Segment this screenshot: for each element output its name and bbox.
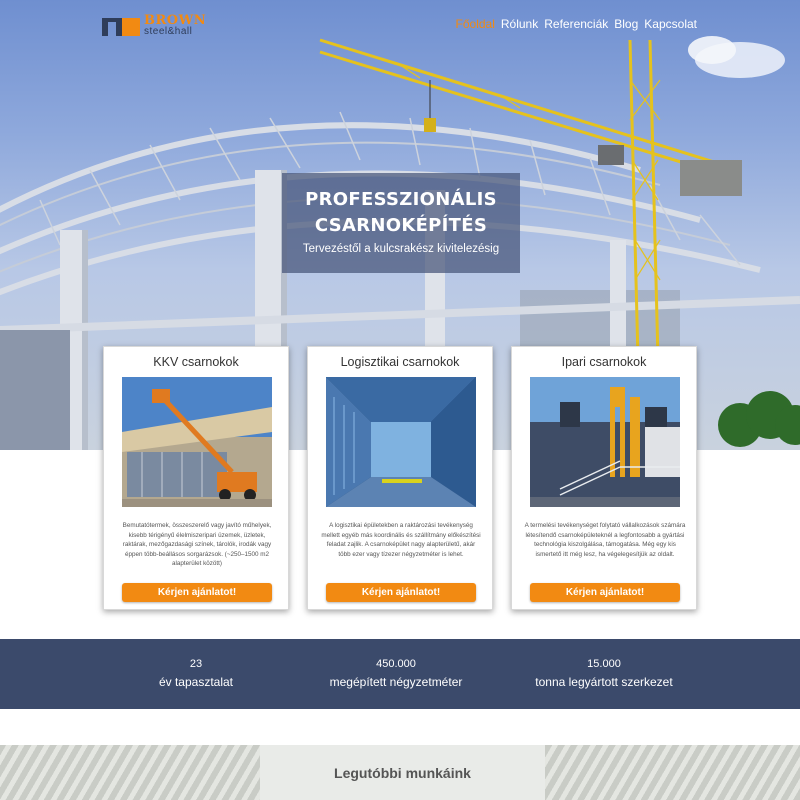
stat-value: 23 bbox=[189, 658, 203, 670]
card-title: Ipari csarnokok bbox=[561, 355, 647, 369]
hero-headline: PROFESSZIONÁLIS CSARNOKÉPÍTÉS Tervezéstő… bbox=[282, 173, 520, 273]
stats-bar: 23 év tapasztalat 450.000 megépített nég… bbox=[0, 639, 800, 709]
logo[interactable]: BROWN steel&hall bbox=[102, 12, 206, 38]
stat-square-meters: 450.000 megépített négyzetméter bbox=[286, 658, 506, 689]
stat-value: 450.000 bbox=[376, 658, 416, 670]
card-kkv: KKV csarnokok Bemutatótermek, összeszere… bbox=[103, 346, 289, 610]
logo-brand: BROWN bbox=[144, 12, 207, 28]
request-quote-button[interactable]: Kérjen ajánlatot! bbox=[530, 583, 680, 602]
nav-item-blog[interactable]: Blog bbox=[614, 17, 638, 31]
card-photo-industrial bbox=[530, 377, 680, 507]
card-title: Logisztikai csarnokok bbox=[340, 355, 460, 369]
card-description: A logisztikai épületekben a raktározási … bbox=[321, 522, 481, 558]
card-logistics: Logisztikai csarnokok A logisztikai épül… bbox=[307, 346, 493, 610]
main-nav: Főoldal Rólunk Referenciák Blog Kapcsola… bbox=[456, 17, 697, 31]
stat-label: megépített négyzetméter bbox=[329, 675, 463, 689]
logo-mark-icon bbox=[102, 18, 140, 36]
card-title: KKV csarnokok bbox=[153, 355, 239, 369]
card-description: A termelési tevékenységet folytató válla… bbox=[524, 522, 686, 558]
hero-title-line2: CSARNOKÉPÍTÉS bbox=[314, 215, 488, 236]
stat-tonnage: 15.000 tonna legyártott szerkezet bbox=[494, 658, 714, 689]
recent-works-title: Legutóbbi munkáink bbox=[334, 765, 471, 781]
nav-item-references[interactable]: Referenciák bbox=[544, 17, 608, 31]
recent-works-section: Legutóbbi munkáink bbox=[0, 745, 800, 800]
stat-label: év tapasztalat bbox=[158, 675, 234, 689]
stat-experience: 23 év tapasztalat bbox=[86, 658, 306, 689]
stat-label: tonna legyártott szerkezet bbox=[535, 675, 673, 689]
request-quote-button[interactable]: Kérjen ajánlatot! bbox=[122, 583, 272, 602]
hero-title: PROFESSZIONÁLIS CSARNOKÉPÍTÉS bbox=[282, 187, 520, 239]
hero-title-line1: PROFESSZIONÁLIS bbox=[305, 189, 497, 210]
hero-subtitle: Tervezéstől a kulcsrakész kivitelezésig bbox=[302, 243, 500, 255]
stat-value: 15.000 bbox=[587, 658, 621, 670]
request-quote-button[interactable]: Kérjen ajánlatot! bbox=[326, 583, 476, 602]
card-photo-kkv bbox=[122, 377, 272, 507]
card-photo-logistics bbox=[326, 377, 476, 507]
nav-item-contact[interactable]: Kapcsolat bbox=[644, 17, 697, 31]
card-industrial: Ipari csarnokok A termelési tevékenysége… bbox=[511, 346, 697, 610]
logo-subtitle: steel&hall bbox=[144, 25, 193, 37]
nav-item-about[interactable]: Rólunk bbox=[501, 17, 538, 31]
card-description: Bemutatótermek, összeszerelő vagy javító… bbox=[122, 522, 272, 567]
nav-item-home[interactable]: Főoldal bbox=[456, 17, 495, 31]
